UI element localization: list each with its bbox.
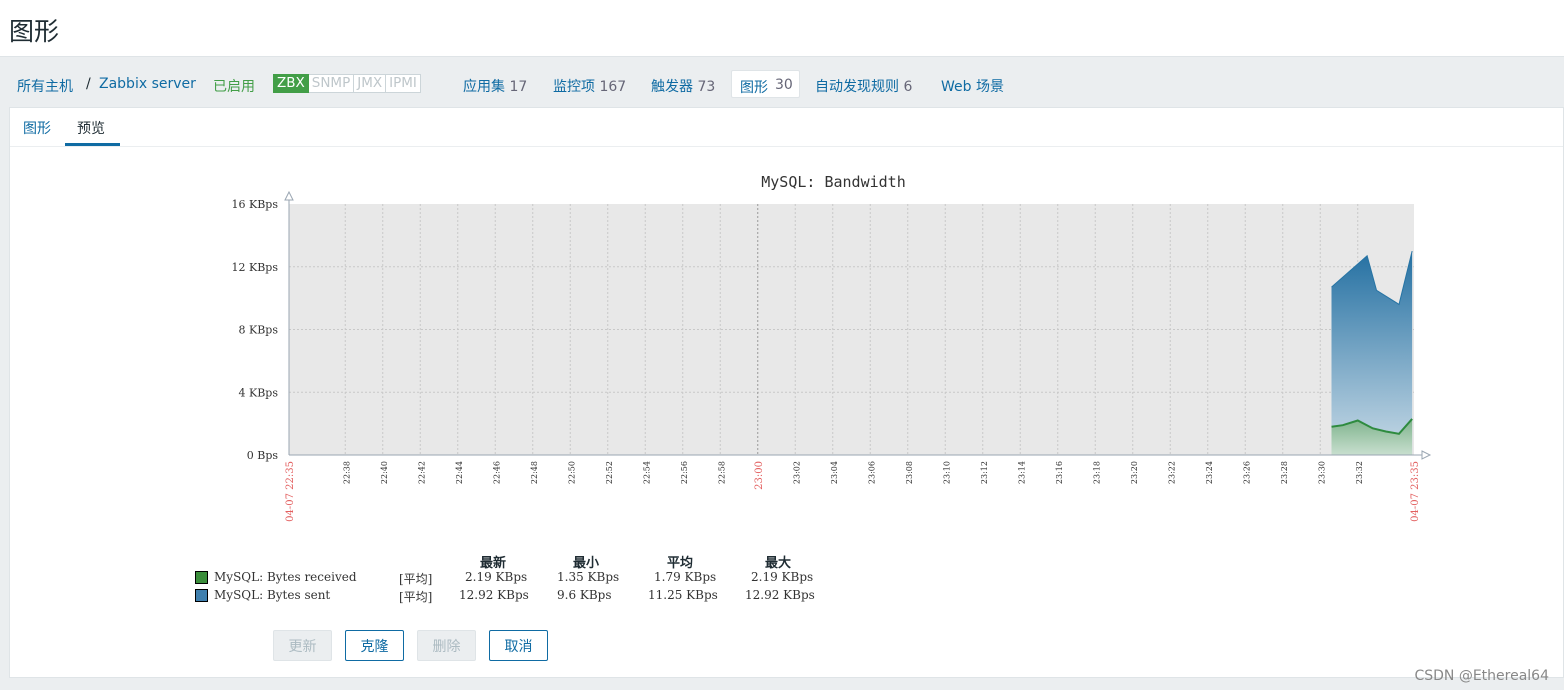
watermark: CSDN @Ethereal64 [1414, 668, 1549, 684]
legend-avg-received: 1.79 KBps [654, 570, 717, 584]
host-status[interactable]: 已启用 [213, 76, 255, 96]
legend-last-sent: 12.92 KBps [459, 588, 529, 602]
availability-badges: ZBX SNMP JMX IPMI [273, 74, 421, 95]
legend-func-sent: [平均] [399, 590, 433, 604]
nav-triggers[interactable]: 触发器 73 [651, 76, 715, 96]
content-panel: 图形 预览 MySQL: Bandwidth 16 KBps 12 KBps 8 KB… [9, 107, 1564, 678]
nav-items[interactable]: 监控项 167 [553, 76, 626, 96]
legend-swatch-received [195, 571, 208, 584]
legend-func-received: [平均] [399, 572, 433, 586]
legend-avg-sent: 11.25 KBps [648, 588, 718, 602]
nav-items-label[interactable]: 监控项 [553, 79, 595, 95]
breadcrumb-all-hosts[interactable]: 所有主机 [17, 76, 73, 96]
legend-header-max: 最大 [765, 556, 792, 571]
legend-header-last: 最新 [480, 556, 507, 571]
legend-header-min: 最小 [573, 556, 600, 571]
nav-triggers-count: 73 [697, 79, 716, 95]
nav-graphs-label[interactable]: 图形 [740, 77, 768, 97]
breadcrumb-host[interactable]: Zabbix server [99, 76, 196, 92]
nav-discovery-count: 6 [903, 79, 913, 95]
graph-legend: 最新 最小 平均 最大 MySQL: Bytes received [平均] 2… [10, 108, 1563, 618]
nav-discovery-rules[interactable]: 自动发现规则 6 [815, 76, 912, 96]
badge-ipmi: IPMI [386, 74, 421, 93]
legend-name-sent: MySQL: Bytes sent [214, 588, 331, 602]
legend-last-received: 2.19 KBps [465, 570, 528, 584]
nav-web-scenarios[interactable]: Web 场景 [941, 76, 1004, 96]
delete-button[interactable]: 删除 [417, 630, 476, 661]
nav-triggers-label[interactable]: 触发器 [651, 79, 693, 95]
breadcrumb-separator: / [86, 76, 91, 92]
nav-applications-count: 17 [509, 79, 528, 95]
legend-swatch-sent [195, 589, 208, 602]
page-header: 图形 [0, 0, 1564, 57]
badge-snmp: SNMP [308, 74, 355, 93]
nav-applications[interactable]: 应用集 17 [463, 76, 527, 96]
update-button[interactable]: 更新 [273, 630, 332, 661]
nav-discovery-label[interactable]: 自动发现规则 [815, 79, 899, 95]
clone-button[interactable]: 克隆 [345, 630, 404, 661]
nav-graphs-count: 30 [775, 77, 793, 93]
legend-name-received: MySQL: Bytes received [214, 570, 357, 584]
cancel-button[interactable]: 取消 [489, 630, 548, 661]
nav-graphs[interactable]: 图形 30 [731, 70, 800, 98]
legend-header-avg: 平均 [667, 556, 694, 571]
legend-max-sent: 12.92 KBps [745, 588, 815, 602]
badge-zbx: ZBX [273, 74, 309, 93]
badge-jmx: JMX [354, 74, 387, 93]
nav-items-count: 167 [599, 79, 627, 95]
host-navbar: 所有主机 / Zabbix server 已启用 ZBX SNMP JMX IP… [0, 57, 1564, 107]
nav-applications-label[interactable]: 应用集 [463, 79, 505, 95]
page-title: 图形 [9, 17, 60, 46]
legend-min-received: 1.35 KBps [557, 570, 620, 584]
legend-max-received: 2.19 KBps [751, 570, 814, 584]
legend-min-sent: 9.6 KBps [557, 588, 612, 602]
